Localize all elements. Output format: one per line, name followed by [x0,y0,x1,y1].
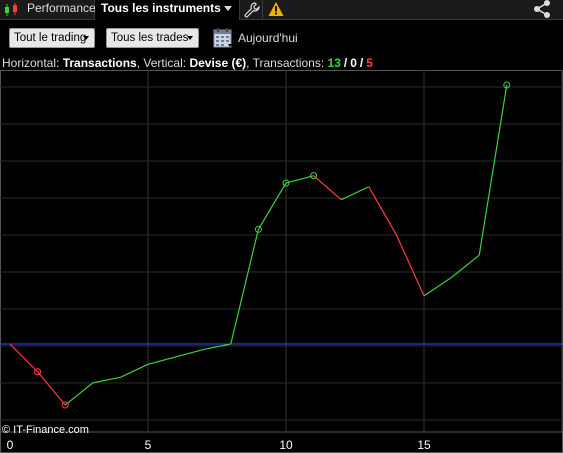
tab-performance[interactable]: Performance [0,0,96,20]
tab-performance-label: Performance [27,1,96,15]
series-segment [64,382,94,406]
series-segment [9,343,39,373]
neutral-count: 0 [350,56,357,70]
series-segment [478,84,508,256]
series-segment [147,356,176,365]
series-segment [451,254,480,278]
series-segment [175,348,204,358]
series-segment [285,175,314,184]
wrench-icon[interactable] [244,2,260,18]
performance-chart: 0 5 10 15 [0,70,563,453]
chart-info-line: Horizontal: Transactions, Vertical: Devi… [2,56,373,70]
series-segment [92,376,121,384]
trading-filter-label: Tout le trading [14,32,87,44]
x-tick-label: 0 [7,438,14,452]
calendar-icon[interactable] [213,27,233,49]
warning-icon[interactable] [268,1,284,17]
candlestick-icon [5,3,17,16]
series-segment [313,175,342,201]
series-segment [257,182,287,230]
chevron-down-icon [224,6,232,11]
series-segment [423,276,452,297]
series-segment [230,229,259,345]
toolbar-separator [262,0,263,20]
chevron-down-icon [83,36,89,40]
chart-frame [0,70,563,453]
share-icon[interactable] [532,0,552,18]
winners-count: 13 [327,56,341,70]
series-segment [120,363,149,378]
count-separator: / [359,56,364,70]
x-tick-label: 10 [279,438,293,452]
watermark: © IT-Finance.com [2,424,89,436]
series-segment [203,343,231,351]
losers-count: 5 [366,56,373,70]
trades-filter-label: Tous les trades [111,32,189,44]
tab-instruments-label: Tous les instruments [101,1,221,15]
horizontal-value: Transactions [62,56,137,70]
x-tick-label: 15 [417,438,431,452]
horizontal-label: Horizontal: [2,56,60,70]
chevron-down-icon [187,36,193,40]
trading-filter-dropdown[interactable]: Tout le trading [9,28,95,48]
tab-instruments[interactable]: Tous les instruments [95,0,240,20]
transactions-label: Transactions: [252,56,325,70]
date-label: Aujourd'hui [238,31,298,45]
count-separator: / [343,56,348,70]
x-tick-label: 5 [145,438,152,452]
series-segment [395,234,425,297]
trades-filter-dropdown[interactable]: Tous les trades [106,28,199,48]
series-segment [37,371,66,406]
vertical-label: Vertical: [143,56,187,70]
top-tab-bar: Performance Tous les instruments [0,0,563,20]
vertical-value: Devise (€) [189,56,247,70]
series-segment [368,186,397,236]
